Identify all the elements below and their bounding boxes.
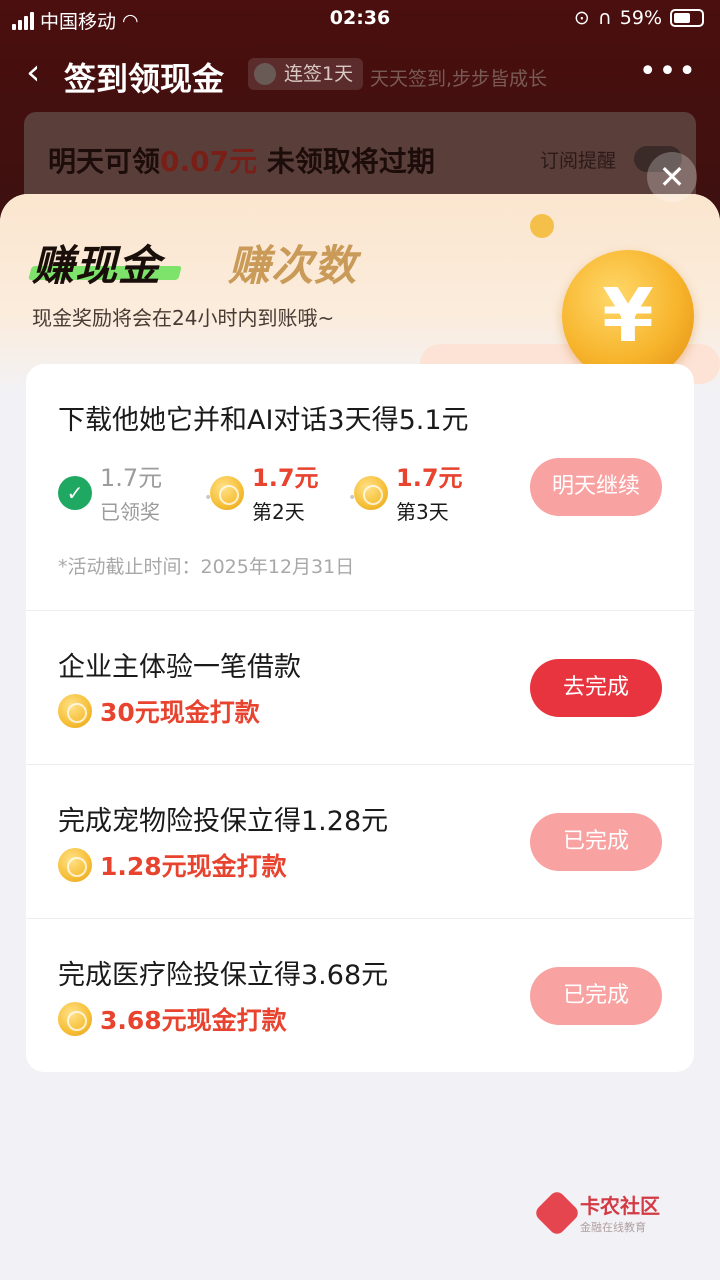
step-1: ✓ 1.7元 已领奖 bbox=[58, 460, 188, 530]
step-label: 第3天 bbox=[396, 500, 449, 524]
task-title: 下载他她它并和AI对话3天得5.1元 bbox=[58, 405, 469, 436]
go-complete-button[interactable]: 去完成 bbox=[530, 659, 662, 717]
step-label: 第2天 bbox=[252, 500, 305, 524]
streak-badge: 连签1天 bbox=[248, 58, 364, 90]
status-bar: 中国移动 ◠ 02:36 ⊙ ∩ 59% bbox=[0, 0, 720, 38]
notice-text: 明天可领0.07元 未领取将过期 bbox=[48, 140, 435, 180]
reward-text: 3.68元现金打款 bbox=[100, 1006, 287, 1035]
coin-icon bbox=[354, 476, 388, 510]
back-arrow-icon[interactable]: ‹ bbox=[26, 52, 40, 93]
task-item: 完成医疗险投保立得3.68元 3.68元现金打款 已完成 bbox=[26, 918, 694, 1072]
step-3: 1.7元 第3天 bbox=[354, 460, 484, 530]
task-list: 下载他她它并和AI对话3天得5.1元 ✓ 1.7元 已领奖 ••• 1.7元 第… bbox=[26, 364, 694, 1072]
reward-text: 30元现金打款 bbox=[100, 698, 260, 727]
reward-text: 1.28元现金打款 bbox=[100, 852, 287, 881]
coin-icon bbox=[58, 694, 92, 728]
task-reward: 3.68元现金打款 bbox=[58, 1001, 287, 1037]
reward-sheet: 赚现金 赚次数 现金奖励将会在24小时内到账哦~ ¥ 下载他她它并和AI对话3天… bbox=[0, 194, 720, 1280]
rotation-lock-icon: ⊙ bbox=[573, 7, 590, 29]
subscribe-remind-label: 订阅提醒 bbox=[540, 150, 617, 172]
step-2: 1.7元 第2天 bbox=[210, 460, 340, 530]
task-item: 企业主体验一笔借款 30元现金打款 去完成 bbox=[26, 610, 694, 764]
tab-earn-times[interactable]: 赚次数 bbox=[228, 232, 357, 293]
streak-text: 连签1天 bbox=[284, 63, 354, 85]
task-reward: 1.28元现金打款 bbox=[58, 847, 287, 883]
kanong-logo-icon bbox=[532, 1188, 582, 1237]
battery-icon bbox=[670, 9, 704, 27]
coin-icon bbox=[210, 476, 244, 510]
tab-earn-cash[interactable]: 赚现金 bbox=[32, 232, 161, 293]
task-title: 完成宠物险投保立得1.28元 bbox=[58, 806, 389, 837]
step-value: 1.7元 bbox=[396, 464, 463, 492]
check-icon: ✓ bbox=[58, 476, 92, 510]
continue-tomorrow-button[interactable]: 明天继续 bbox=[530, 458, 662, 516]
notice-suffix: 未领取将过期 bbox=[257, 145, 435, 178]
completed-button[interactable]: 已完成 bbox=[530, 967, 662, 1025]
battery-percent: 59% bbox=[619, 7, 662, 29]
coin-icon bbox=[58, 1002, 92, 1036]
step-value: 1.7元 bbox=[100, 464, 163, 492]
coin-icon bbox=[58, 848, 92, 882]
yuan-coin-icon: ¥ bbox=[562, 250, 694, 382]
streak-icon bbox=[254, 63, 276, 85]
more-options-icon[interactable]: ••• bbox=[639, 54, 698, 89]
task-title: 完成医疗险投保立得3.68元 bbox=[58, 960, 389, 991]
step-label: 已领奖 bbox=[100, 500, 160, 524]
close-icon[interactable]: ✕ bbox=[647, 152, 697, 202]
task-item: 下载他她它并和AI对话3天得5.1元 ✓ 1.7元 已领奖 ••• 1.7元 第… bbox=[26, 364, 694, 610]
page-title: 签到领现金 bbox=[64, 60, 225, 98]
step-value: 1.7元 bbox=[252, 464, 319, 492]
task-title: 企业主体验一笔借款 bbox=[58, 652, 301, 683]
coin-decoration-icon bbox=[530, 214, 554, 238]
notice-prefix: 明天可领 bbox=[48, 145, 161, 178]
nav-bar: ‹ 签到领现金 连签1天 天天签到,步步皆成长 ••• bbox=[0, 44, 720, 104]
task-item: 完成宠物险投保立得1.28元 1.28元现金打款 已完成 bbox=[26, 764, 694, 918]
headphones-icon: ∩ bbox=[597, 7, 612, 29]
watermark-name: 卡农社区 bbox=[580, 1194, 660, 1218]
watermark: 卡农社区 金融在线教育 bbox=[532, 1188, 660, 1237]
task-reward: 30元现金打款 bbox=[58, 693, 260, 729]
completed-button[interactable]: 已完成 bbox=[530, 813, 662, 871]
sheet-subtitle: 现金奖励将会在24小时内到账哦~ bbox=[32, 306, 335, 330]
notice-amount: 0.07元 bbox=[160, 145, 258, 178]
activity-deadline: *活动截止时间：2025年12月31日 bbox=[58, 556, 355, 578]
header-slogan: 天天签到,步步皆成长 bbox=[370, 68, 548, 90]
watermark-tagline: 金融在线教育 bbox=[580, 1221, 646, 1234]
progress-steps: ✓ 1.7元 已领奖 ••• 1.7元 第2天 ••• 1.7元 第3天 bbox=[58, 460, 498, 530]
